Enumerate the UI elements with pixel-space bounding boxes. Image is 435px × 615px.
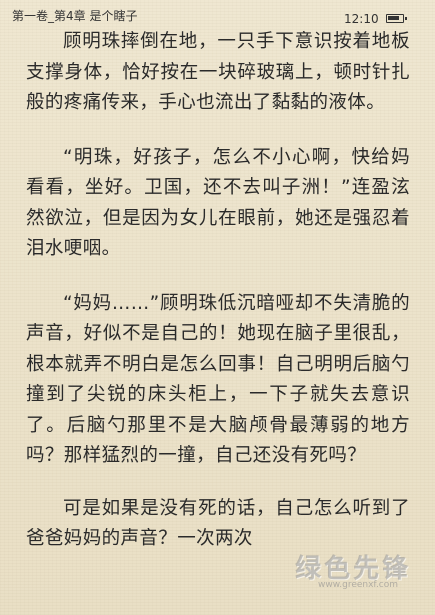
chapter-title: 第一卷_第4章 是个瞎子: [12, 9, 138, 23]
paragraph-2: “明珠，好孩子，怎么不小心啊，快给妈看看，坐好。卫国，还不去叫子洲！”连盈泫然欲…: [26, 146, 410, 260]
battery-level: [388, 16, 399, 20]
clock: 12:10: [344, 12, 379, 26]
paragraph-3: “妈妈……”顾明珠低沉暗哑却不失清脆的声音，好似不是自己的！她现在脑子里很乱，根…: [26, 292, 410, 467]
watermark-url: www.greenxf.com: [318, 580, 399, 590]
reading-content[interactable]: 顾明珠摔倒在地，一只手下意识按着地板支撑身体，恰好按在一块碎玻璃上，顿时针扎般的…: [26, 27, 410, 579]
paragraph-1: 顾明珠摔倒在地，一只手下意识按着地板支撑身体，恰好按在一块碎玻璃上，顿时针扎般的…: [26, 31, 410, 113]
paragraph-4: 可是如果是没有死的话，自己怎么听到了爸爸妈妈的声音？一次两次: [26, 497, 410, 550]
battery-icon: [386, 14, 407, 23]
status-bar: 第一卷_第4章 是个瞎子 12:10: [0, 0, 435, 30]
